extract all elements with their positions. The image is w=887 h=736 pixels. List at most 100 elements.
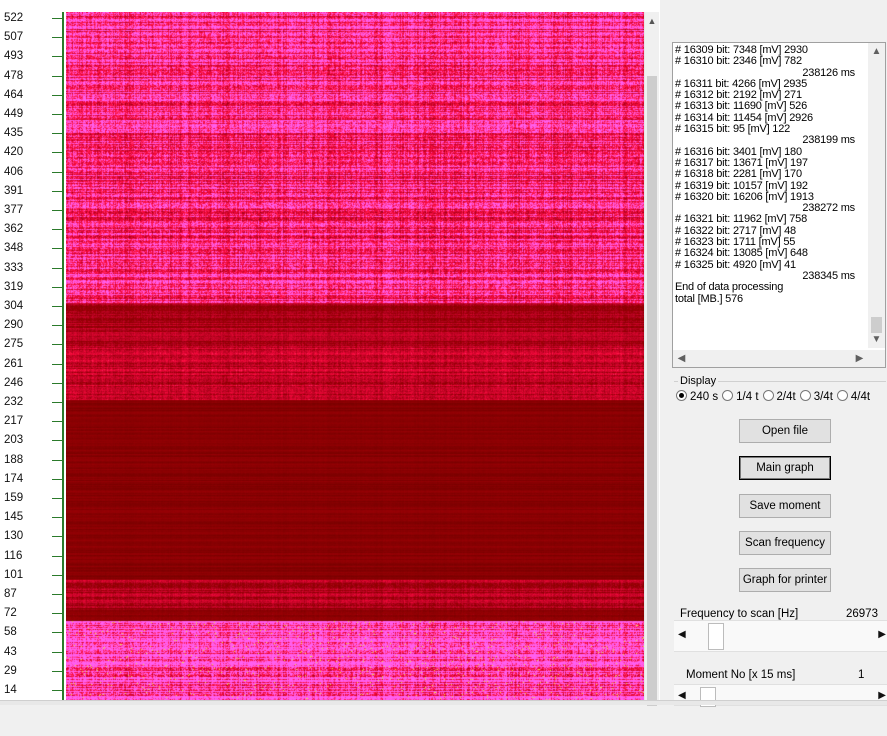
y-tick-mark: [52, 517, 62, 519]
y-tick-label: 319: [4, 280, 24, 293]
radio-circle-icon[interactable]: [799, 390, 811, 401]
y-tick-mark: [52, 690, 62, 691]
frequency-scrollbar[interactable]: ◀ ▶: [674, 620, 887, 652]
y-tick-label: 72: [4, 607, 17, 620]
display-radio-option[interactable]: 4/4t: [836, 390, 871, 403]
scroll-up-icon[interactable]: ▲: [868, 43, 885, 60]
y-tick-label: 304: [4, 300, 24, 312]
log-horizontal-scrollbar[interactable]: ◀ ▶: [673, 350, 868, 367]
y-tick-mark: [52, 440, 62, 442]
log-listbox[interactable]: # 16309 bit: 7348 [mV] 2930 # 16310 bit: …: [672, 42, 886, 368]
y-tick-label: 478: [4, 69, 24, 82]
y-tick-label: 435: [4, 127, 24, 140]
y-tick-label: 391: [4, 184, 24, 197]
y-axis: 522 507 493 478 464 449 435 420 406 391 377 362 348 3…: [0, 8, 66, 736]
y-tick-label: 145: [4, 511, 24, 524]
y-tick-mark: [52, 402, 62, 403]
display-radio-label: 2/4t: [776, 391, 796, 403]
scroll-down-icon[interactable]: ▼: [868, 331, 885, 348]
y-tick-label: 116: [4, 549, 23, 562]
frequency-slider-thumb[interactable]: [708, 623, 725, 650]
frequency-label: Frequency to scan [Hz]: [680, 608, 799, 620]
y-tick-mark: [52, 594, 62, 595]
display-radio-option[interactable]: 240 s: [676, 390, 718, 403]
y-tick-label: 333: [4, 261, 24, 274]
radio-circle-icon[interactable]: [836, 390, 848, 401]
log-lines: # 16309 bit: 7348 [mV] 2930 # 16310 bit: …: [675, 45, 865, 349]
y-tick-mark: [52, 382, 62, 384]
scroll-left-icon[interactable]: ◀: [673, 350, 690, 367]
y-tick-mark: [52, 306, 62, 307]
y-tick-label: 174: [4, 472, 24, 485]
y-tick-mark: [52, 229, 62, 231]
radio-circle-icon[interactable]: [762, 390, 774, 401]
scroll-right-icon[interactable]: ▶: [851, 350, 868, 367]
display-radio-label: 3/4t: [813, 391, 833, 403]
y-tick-mark: [52, 459, 62, 461]
spectrogram-scroll-thumb[interactable]: [647, 76, 657, 706]
display-radio-option[interactable]: 3/4t: [799, 390, 833, 403]
y-tick-label: 43: [4, 645, 17, 658]
y-tick-label: 188: [4, 453, 24, 466]
scroll-right-icon[interactable]: ▶: [878, 629, 886, 640]
y-tick-label: 101: [4, 568, 24, 581]
y-tick-mark: [52, 94, 62, 96]
y-tick-mark: [52, 133, 62, 135]
y-tick-label: 58: [4, 626, 17, 639]
spectrogram-canvas[interactable]: [66, 12, 644, 704]
spectrogram-plot[interactable]: [66, 12, 644, 704]
display-group-title: Display: [678, 375, 719, 387]
open-file-button[interactable]: Open file: [739, 419, 831, 443]
frequency-value: 26973: [846, 608, 878, 620]
y-axis-line: [62, 12, 64, 704]
display-radio-label: 4/4t: [850, 391, 871, 403]
y-tick-mark: [52, 267, 62, 269]
log-entry-line: End of data processing: [675, 281, 784, 294]
y-tick-mark: [52, 574, 62, 576]
y-tick-mark: [52, 555, 62, 557]
log-vertical-scrollbar[interactable]: ▲ ▼: [868, 43, 885, 348]
log-entry-line: total [MB.] 576: [675, 292, 743, 305]
radio-circle-icon[interactable]: [722, 390, 734, 401]
y-tick-label: 406: [4, 165, 24, 178]
display-groupbox: Display 240 s 1/4 t 2/4t 3/4t 4/4t: [674, 375, 886, 412]
y-tick-mark: [52, 498, 62, 499]
scroll-left-icon[interactable]: ◀: [678, 629, 686, 640]
display-radio-option[interactable]: 1/4 t: [722, 390, 759, 403]
log-entry-line: # 16310 bit: 2346 [mV] 782: [675, 55, 802, 68]
y-tick-label: 87: [4, 588, 17, 600]
log-timestamp-line: 238199 ms: [802, 134, 855, 147]
display-radio-option[interactable]: 2/4t: [762, 390, 796, 403]
spectrogram-panel: 522 507 493 478 464 449 435 420 406 391 377 362 348 3…: [0, 0, 660, 706]
y-tick-mark: [52, 171, 62, 173]
y-tick-mark: [52, 421, 62, 423]
y-tick-mark: [52, 613, 62, 615]
y-tick-label: 203: [4, 434, 24, 447]
graph-for-printer-button[interactable]: Graph for printer: [739, 568, 831, 592]
scroll-up-icon[interactable]: ▲: [645, 14, 659, 28]
main-graph-button[interactable]: Main graph: [739, 456, 831, 480]
scan-frequency-button[interactable]: Scan frequency: [739, 531, 831, 555]
save-moment-button[interactable]: Save moment: [739, 494, 831, 518]
y-tick-mark: [52, 670, 62, 672]
y-tick-mark: [52, 114, 62, 115]
radio-circle-icon[interactable]: [676, 390, 687, 401]
display-radio-label: 1/4 t: [736, 391, 759, 403]
y-tick-label: 275: [4, 338, 24, 351]
y-tick-mark: [52, 286, 62, 288]
y-tick-mark: [52, 190, 62, 192]
log-entry-line: # 16318 bit: 2281 [mV] 170: [675, 168, 802, 181]
y-tick-mark: [52, 152, 62, 154]
y-tick-label: 348: [4, 242, 24, 255]
y-tick-label: 261: [4, 357, 24, 370]
y-tick-label: 522: [4, 12, 24, 24]
y-tick-mark: [52, 37, 62, 39]
y-tick-label: 130: [4, 530, 24, 543]
y-tick-label: 377: [4, 204, 24, 216]
y-tick-label: 449: [4, 108, 24, 120]
moment-label: Moment No [x 15 ms]: [686, 669, 796, 681]
y-tick-label: 217: [4, 415, 24, 428]
y-tick-label: 14: [4, 684, 17, 696]
spectrogram-vertical-scrollbar[interactable]: ▲: [644, 12, 659, 706]
y-tick-mark: [52, 478, 62, 480]
